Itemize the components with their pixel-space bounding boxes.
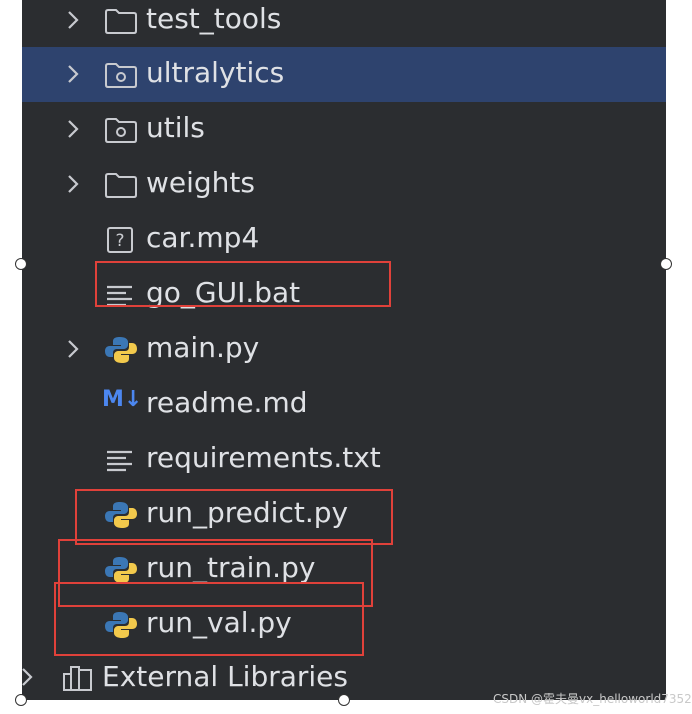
markdown-file-icon: M↓ [102,387,143,412]
tree-item-label: test_tools [146,2,282,35]
tree-item-label: External Libraries [102,660,348,693]
tree-item-weights[interactable]: weights [22,157,666,212]
folder-icon [105,173,137,198]
tree-item-car-mp4[interactable]: ? car.mp4 [22,212,666,267]
chevron-right-icon[interactable] [64,118,82,140]
tree-item-ultralytics[interactable]: ultralytics [22,47,666,102]
chevron-right-icon[interactable] [64,9,82,31]
package-folder-icon [105,63,137,88]
resize-handle-bottom[interactable] [338,694,350,706]
text-file-icon [107,450,132,472]
tree-item-label: weights [146,166,255,199]
tree-item-requirements-txt[interactable]: requirements.txt [22,432,666,487]
library-icon [63,666,92,691]
tree-item-label: ultralytics [146,56,285,89]
tree-item-label: car.mp4 [146,221,260,254]
highlight-box-run-val [54,582,364,656]
tree-item-utils[interactable]: utils [22,102,666,157]
resize-handle-right[interactable] [660,258,672,270]
package-folder-icon [105,118,137,143]
tree-item-readme-md[interactable]: M↓ readme.md [22,377,666,432]
watermark: CSDN @霍夫曼vx_helloworld7352 [493,692,692,706]
highlight-box-go-gui [95,261,391,307]
highlight-box-run-predict [75,489,393,545]
tree-item-label: utils [146,111,205,144]
python-file-icon [105,337,137,363]
chevron-right-icon[interactable] [64,173,82,195]
svg-text:?: ? [115,231,124,251]
resize-handle-left[interactable] [15,258,27,270]
tree-item-main-py[interactable]: main.py [22,322,666,377]
tree-item-label: main.py [146,331,260,364]
tree-item-label: readme.md [146,386,308,419]
tree-item-label: requirements.txt [146,441,381,474]
chevron-right-icon[interactable] [64,338,82,360]
unknown-file-icon: ? [107,227,133,253]
resize-handle-bottom-left[interactable] [15,694,27,706]
chevron-right-icon[interactable] [18,666,36,688]
tree-item-test-tools[interactable]: test_tools [22,0,666,48]
chevron-right-icon[interactable] [64,63,82,85]
folder-icon [105,9,137,34]
